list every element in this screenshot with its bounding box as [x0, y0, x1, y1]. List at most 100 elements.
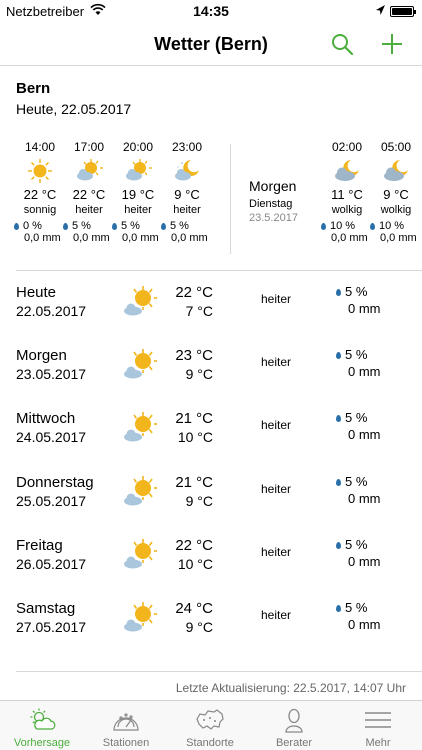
forecast-precip-prob: 5 %	[336, 410, 367, 425]
status-bar: Netzbetreiber 14:35	[0, 0, 422, 22]
forecast-rain-amount: 0 mm	[348, 617, 381, 632]
day-divider	[230, 144, 231, 254]
forecast-rain-amount: 0 mm	[348, 364, 381, 379]
advisor-icon	[285, 708, 303, 733]
status-time: 14:35	[193, 3, 229, 19]
next-day-date: 23.5.2017	[249, 212, 298, 224]
forecast-min-temp: 10 °C	[177, 556, 213, 572]
forecast-min-temp: 10 °C	[177, 429, 213, 445]
raindrop-icon	[112, 222, 117, 230]
hour-rain-amount: 0,0 mm	[380, 232, 417, 244]
forecast-max-temp: 21 °C	[175, 474, 213, 491]
hour-temperature: 9 °C	[174, 187, 200, 202]
forecast-description: heiter	[260, 355, 292, 369]
forecast-day: Donnerstag	[16, 474, 94, 491]
tab-label: Stationen	[102, 737, 150, 749]
navigation-bar: Wetter (Bern)	[0, 22, 422, 66]
forecast-max-temp: 21 °C	[175, 410, 213, 427]
raindrop-icon	[336, 605, 341, 613]
sun-cloud-icon	[126, 159, 152, 181]
sun-cloud-icon	[124, 476, 157, 506]
hour-description: heiter	[173, 204, 201, 216]
forecast-max-temp: 24 °C	[175, 600, 213, 617]
raindrop-icon	[336, 289, 341, 297]
forecast-description: heiter	[260, 545, 292, 559]
sun-cloud-icon	[124, 412, 157, 442]
forecast-row[interactable]: Donnerstag 25.05.2017 21 °C 9 °C heiter …	[0, 474, 422, 534]
hourly-forecast[interactable]: 14:00 22 °C sonnig 0 % 0,0 mm 17:00 22 °…	[0, 140, 422, 268]
forecast-rain-amount: 0 mm	[348, 554, 381, 569]
forecast-description: heiter	[260, 418, 292, 432]
location-arrow-icon	[376, 5, 385, 15]
hour-precip-prob: 5 %	[157, 220, 217, 232]
sun-cloud-icon	[124, 602, 157, 632]
forecast-precip-prob: 5 %	[336, 537, 367, 552]
raindrop-icon	[14, 222, 19, 230]
forecast-date: 24.05.2017	[16, 429, 87, 445]
tab-advisor[interactable]: Berater	[252, 701, 336, 750]
forecast-min-temp: 7 °C	[185, 303, 213, 319]
forecast-day: Heute	[16, 284, 57, 301]
forecast-max-temp: 22 °C	[175, 284, 213, 301]
tab-more[interactable]: Mehr	[336, 701, 420, 750]
hour-precip-prob: 10 %	[366, 220, 422, 232]
forecast-precip-prob: 5 %	[336, 474, 367, 489]
hour-time: 05:00	[380, 140, 412, 154]
forecast-precip-prob: 5 %	[336, 347, 367, 362]
switzerland-map-icon	[196, 709, 224, 730]
location-date: Heute, 22.05.2017	[16, 101, 132, 117]
tab-label: Mehr	[365, 737, 391, 749]
tab-label: Berater	[275, 737, 313, 749]
forecast-row[interactable]: Freitag 26.05.2017 22 °C 10 °C heiter 5 …	[0, 537, 422, 597]
sun-cloud-icon	[77, 159, 103, 181]
forecast-description: heiter	[260, 482, 292, 496]
hour-rain-amount: 0,0 mm	[171, 232, 208, 244]
sun-icon	[28, 159, 52, 183]
raindrop-icon	[63, 222, 68, 230]
forecast-date: 25.05.2017	[16, 493, 87, 509]
tab-bar: Vorhersage Stationen Standorte Berater M…	[0, 700, 422, 750]
search-icon[interactable]	[330, 32, 354, 56]
sun-cloud-icon	[124, 349, 157, 379]
stations-icon	[113, 713, 139, 731]
forecast-row[interactable]: Heute 22.05.2017 22 °C 7 °C heiter 5 % 0…	[0, 284, 422, 344]
forecast-day: Mittwoch	[16, 410, 76, 427]
forecast-date: 22.05.2017	[16, 303, 87, 319]
add-icon[interactable]	[380, 32, 404, 56]
tab-locations[interactable]: Standorte	[168, 701, 252, 750]
raindrop-icon	[161, 222, 166, 230]
moon-cloud-icon	[335, 160, 359, 181]
last-updated: Letzte Aktualisierung: 22.5.2017, 14:07 …	[175, 681, 406, 695]
battery-icon	[390, 6, 416, 17]
forecast-max-temp: 22 °C	[175, 537, 213, 554]
raindrop-icon	[336, 479, 341, 487]
menu-icon	[365, 712, 391, 728]
forecast-description: heiter	[260, 292, 292, 306]
tab-stations[interactable]: Stationen	[84, 701, 168, 750]
forecast-row[interactable]: Mittwoch 24.05.2017 21 °C 10 °C heiter 5…	[0, 410, 422, 470]
forecast-rain-amount: 0 mm	[348, 301, 381, 316]
forecast-precip-prob: 5 %	[336, 600, 367, 615]
tab-forecast[interactable]: Vorhersage	[0, 701, 84, 750]
forecast-min-temp: 9 °C	[185, 366, 213, 382]
raindrop-icon	[321, 222, 326, 230]
next-day-label: Morgen Dienstag 23.5.2017	[249, 178, 298, 224]
forecast-day: Freitag	[16, 537, 63, 554]
forecast-date: 23.05.2017	[16, 366, 87, 382]
location-name: Bern	[16, 80, 51, 97]
raindrop-icon	[336, 415, 341, 423]
next-day-name: Morgen	[249, 178, 297, 194]
hour-item: 23:00 9 °C heiter 5 % 0,0 mm	[157, 140, 217, 244]
forecast-description: heiter	[260, 608, 292, 622]
forecast-precip-prob: 5 %	[336, 284, 367, 299]
forecast-date: 27.05.2017	[16, 619, 87, 635]
hour-time: 23:00	[171, 140, 203, 154]
forecast-rain-amount: 0 mm	[348, 491, 381, 506]
forecast-row[interactable]: Morgen 23.05.2017 23 °C 9 °C heiter 5 % …	[0, 347, 422, 407]
forecast-day: Morgen	[16, 347, 67, 364]
forecast-row[interactable]: Samstag 27.05.2017 24 °C 9 °C heiter 5 %…	[0, 600, 422, 660]
sun-cloud-icon	[124, 539, 157, 569]
divider	[16, 671, 422, 672]
page-title: Wetter (Bern)	[154, 34, 268, 54]
raindrop-icon	[336, 352, 341, 360]
